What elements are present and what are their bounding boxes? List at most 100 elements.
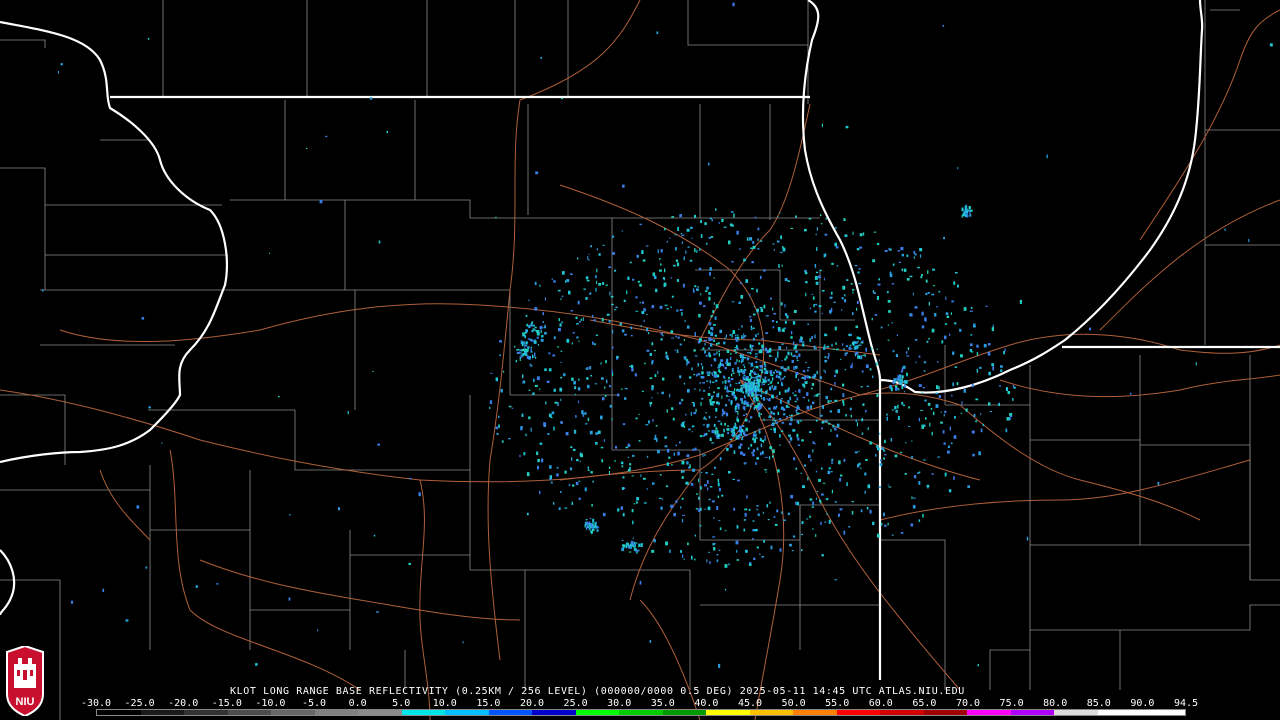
echo-pixel [901, 253, 904, 257]
echo-pixel [758, 342, 761, 345]
echo-pixel [632, 545, 636, 548]
echo-pixel [944, 410, 947, 414]
echo-pixel [771, 424, 774, 426]
echo-pixel [736, 559, 739, 561]
color-scale-segment [97, 710, 141, 715]
echo-pixel [704, 343, 706, 346]
echo-pixel [642, 259, 646, 262]
echo-pixel [540, 338, 544, 342]
echo-pixel [876, 363, 879, 366]
echo-pixel [927, 402, 931, 406]
echo-pixel [935, 392, 939, 395]
echo-pixel [514, 345, 516, 348]
echo-pixel [814, 310, 817, 313]
echo-pixel [965, 408, 968, 412]
echo-pixel [560, 491, 562, 493]
echo-pixel [708, 296, 711, 301]
echo-pixel [619, 322, 622, 326]
echo-pixel [840, 358, 842, 360]
echo-pixel [572, 484, 575, 487]
echo-pixel [750, 247, 753, 249]
echo-pixel [735, 382, 737, 384]
echo-pixel [815, 233, 817, 236]
echo-pixel [652, 419, 654, 422]
echo-pixel [920, 276, 923, 279]
echo-pixel [733, 507, 736, 511]
echo-pixel [769, 386, 772, 391]
echo-pixel [1026, 536, 1029, 541]
echo-pixel [581, 410, 584, 415]
echo-pixel [676, 279, 679, 282]
echo-pixel [772, 243, 775, 245]
echo-pixel [693, 412, 697, 415]
echo-pixel [600, 362, 602, 365]
echo-pixel [638, 440, 641, 442]
echo-pixel [563, 373, 566, 377]
echo-pixel [802, 370, 806, 373]
echo-pixel [498, 415, 500, 418]
echo-pixel [525, 341, 528, 345]
echo-pixel [774, 385, 777, 390]
echo-pixel [759, 275, 762, 280]
echo-pixel [800, 336, 803, 340]
echo-pixel [630, 326, 633, 330]
echo-pixel [763, 440, 765, 443]
echo-pixel [897, 388, 900, 391]
echo-pixel [777, 381, 779, 384]
echo-pixel [1089, 327, 1091, 331]
echo-pixel [605, 284, 608, 286]
echo-pixel [703, 433, 707, 436]
echo-pixel [743, 408, 746, 411]
echo-pixel [747, 390, 751, 393]
echo-pixel [651, 397, 653, 399]
echo-pixel [827, 356, 829, 360]
echo-pixel [748, 420, 750, 423]
echo-pixel [707, 393, 711, 396]
echo-pixel [550, 481, 553, 484]
echo-pixel [936, 306, 938, 308]
echo-pixel [752, 449, 756, 452]
echo-pixel [675, 247, 677, 251]
echo-pixel [540, 57, 542, 59]
color-scale-segment [358, 710, 402, 715]
echo-pixel [717, 387, 720, 390]
echo-pixel [660, 249, 663, 253]
echo-pixel [797, 437, 800, 441]
echo-pixel [373, 534, 376, 537]
echo-pixel [736, 390, 739, 392]
echo-pixel [681, 234, 685, 236]
echo-pixel [708, 386, 710, 389]
echo-pixel [998, 402, 1000, 406]
echo-pixel [571, 457, 573, 461]
echo-pixel [317, 629, 319, 632]
echo-pixel [739, 248, 742, 250]
echo-pixel [560, 298, 562, 300]
echo-pixel [963, 307, 967, 311]
echo-pixel [629, 463, 632, 466]
echo-pixel [730, 427, 733, 431]
echo-pixel [831, 459, 833, 463]
echo-pixel [752, 327, 755, 329]
echo-pixel [763, 269, 766, 272]
echo-pixel [562, 271, 565, 275]
echo-pixel [810, 458, 812, 462]
echo-pixel [876, 348, 878, 350]
echo-pixel [963, 388, 966, 393]
echo-pixel [877, 283, 881, 286]
echo-pixel [914, 306, 918, 309]
echo-pixel [825, 395, 828, 400]
echo-pixel [709, 486, 713, 488]
echo-pixel [715, 427, 718, 430]
echo-pixel [771, 320, 775, 323]
echo-pixel [848, 526, 851, 528]
echo-pixel [707, 374, 710, 377]
echo-pixel [585, 519, 588, 521]
echo-pixel [659, 269, 662, 272]
echo-pixel [910, 523, 914, 527]
echo-pixel [568, 290, 571, 295]
echo-pixel [849, 344, 852, 347]
echo-pixel [880, 326, 883, 329]
echo-pixel [633, 503, 636, 505]
echo-pixel [792, 321, 796, 325]
echo-pixel [523, 341, 526, 344]
